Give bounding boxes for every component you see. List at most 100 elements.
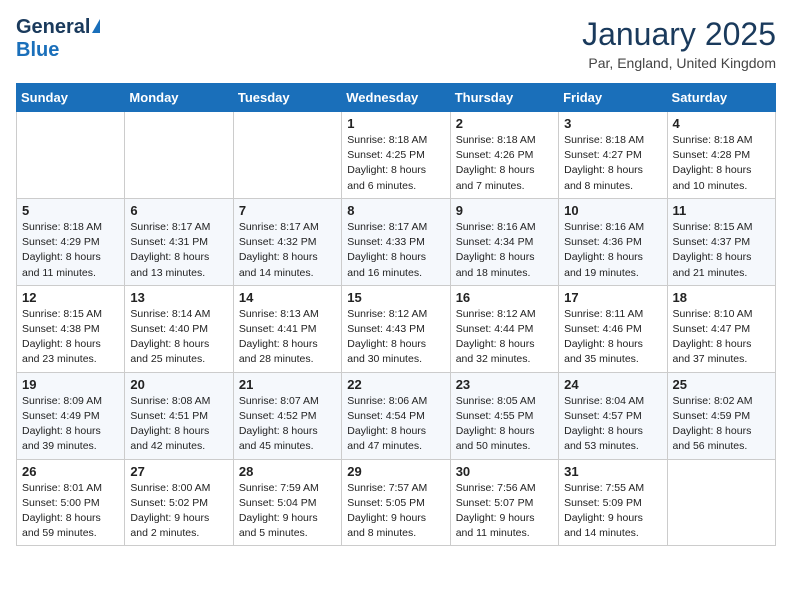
day-info: Sunrise: 8:18 AM Sunset: 4:25 PM Dayligh… <box>347 133 444 194</box>
calendar-week-row: 12 Sunrise: 8:15 AM Sunset: 4:38 PM Dayli… <box>17 285 776 372</box>
calendar-cell: 16Sunrise: 8:12 AM Sunset: 4:44 PM Dayli… <box>450 285 558 372</box>
calendar-cell: 1 Sunrise: 8:18 AM Sunset: 4:25 PM Daylig… <box>342 112 450 199</box>
day-info: Sunrise: 8:18 AM Sunset: 4:26 PM Dayligh… <box>456 133 553 194</box>
calendar-cell: 27Sunrise: 8:00 AM Sunset: 5:02 PM Dayli… <box>125 459 233 546</box>
day-number: 16 <box>456 290 553 305</box>
day-info: Sunrise: 8:05 AM Sunset: 4:55 PM Dayligh… <box>456 394 553 455</box>
logo-general-text: General <box>16 16 90 39</box>
calendar-cell: 17 Sunrise: 8:11 AM Sunset: 4:46 PM Dayli… <box>559 285 667 372</box>
day-number: 1 <box>347 116 444 131</box>
day-number: 26 <box>22 464 119 479</box>
day-number: 29 <box>347 464 444 479</box>
calendar-cell: 19 Sunrise: 8:09 AM Sunset: 4:49 PM Dayli… <box>17 372 125 459</box>
day-number: 24 <box>564 377 661 392</box>
day-info: Sunrise: 8:01 AM Sunset: 5:00 PM Dayligh… <box>22 481 119 542</box>
logo: General Blue <box>16 16 100 62</box>
calendar-cell: 29Sunrise: 7:57 AM Sunset: 5:05 PM Dayli… <box>342 459 450 546</box>
weekday-header-monday: Monday <box>125 84 233 112</box>
day-info: Sunrise: 8:10 AM Sunset: 4:47 PM Dayligh… <box>673 307 770 368</box>
calendar-cell: 30Sunrise: 7:56 AM Sunset: 5:07 PM Dayli… <box>450 459 558 546</box>
calendar-cell: 8 Sunrise: 8:17 AM Sunset: 4:33 PM Daylig… <box>342 198 450 285</box>
day-info: Sunrise: 8:13 AM Sunset: 4:41 PM Dayligh… <box>239 307 336 368</box>
day-info: Sunrise: 8:17 AM Sunset: 4:32 PM Dayligh… <box>239 220 336 281</box>
day-info: Sunrise: 8:02 AM Sunset: 4:59 PM Dayligh… <box>673 394 770 455</box>
calendar-cell: 28 Sunrise: 7:59 AM Sunset: 5:04 PM Dayli… <box>233 459 341 546</box>
calendar-cell: 23 Sunrise: 8:05 AM Sunset: 4:55 PM Dayli… <box>450 372 558 459</box>
day-info: Sunrise: 8:14 AM Sunset: 4:40 PM Dayligh… <box>130 307 227 368</box>
weekday-header-wednesday: Wednesday <box>342 84 450 112</box>
calendar-cell: 21Sunrise: 8:07 AM Sunset: 4:52 PM Dayli… <box>233 372 341 459</box>
day-number: 25 <box>673 377 770 392</box>
calendar-cell: 5Sunrise: 8:18 AM Sunset: 4:29 PM Daylig… <box>17 198 125 285</box>
calendar-cell: 31 Sunrise: 7:55 AM Sunset: 5:09 PM Dayli… <box>559 459 667 546</box>
day-number: 22 <box>347 377 444 392</box>
calendar-table: SundayMondayTuesdayWednesdayThursdayFrid… <box>16 83 776 546</box>
calendar-cell: 24 Sunrise: 8:04 AM Sunset: 4:57 PM Dayli… <box>559 372 667 459</box>
calendar-cell: 6 Sunrise: 8:17 AM Sunset: 4:31 PM Daylig… <box>125 198 233 285</box>
calendar-cell: 9 Sunrise: 8:16 AM Sunset: 4:34 PM Daylig… <box>450 198 558 285</box>
month-title: January 2025 <box>582 16 776 53</box>
calendar-cell: 26 Sunrise: 8:01 AM Sunset: 5:00 PM Dayli… <box>17 459 125 546</box>
day-number: 18 <box>673 290 770 305</box>
day-number: 31 <box>564 464 661 479</box>
day-number: 12 <box>22 290 119 305</box>
day-info: Sunrise: 8:07 AM Sunset: 4:52 PM Dayligh… <box>239 394 336 455</box>
day-info: Sunrise: 8:11 AM Sunset: 4:46 PM Dayligh… <box>564 307 661 368</box>
calendar-week-row: 26 Sunrise: 8:01 AM Sunset: 5:00 PM Dayli… <box>17 459 776 546</box>
page-header: General Blue January 2025 Par, England, … <box>16 16 776 71</box>
day-info: Sunrise: 8:16 AM Sunset: 4:34 PM Dayligh… <box>456 220 553 281</box>
calendar-cell: 2 Sunrise: 8:18 AM Sunset: 4:26 PM Daylig… <box>450 112 558 199</box>
logo-triangle-icon <box>92 19 100 33</box>
calendar-cell: 7 Sunrise: 8:17 AM Sunset: 4:32 PM Daylig… <box>233 198 341 285</box>
day-info: Sunrise: 8:06 AM Sunset: 4:54 PM Dayligh… <box>347 394 444 455</box>
day-number: 2 <box>456 116 553 131</box>
day-info: Sunrise: 8:00 AM Sunset: 5:02 PM Dayligh… <box>130 481 227 542</box>
day-number: 10 <box>564 203 661 218</box>
calendar-cell: 13Sunrise: 8:14 AM Sunset: 4:40 PM Dayli… <box>125 285 233 372</box>
day-number: 8 <box>347 203 444 218</box>
day-number: 6 <box>130 203 227 218</box>
day-number: 30 <box>456 464 553 479</box>
day-number: 4 <box>673 116 770 131</box>
calendar-cell: 11Sunrise: 8:15 AM Sunset: 4:37 PM Dayli… <box>667 198 775 285</box>
calendar-cell: 12 Sunrise: 8:15 AM Sunset: 4:38 PM Dayli… <box>17 285 125 372</box>
calendar-week-row: 1 Sunrise: 8:18 AM Sunset: 4:25 PM Daylig… <box>17 112 776 199</box>
weekday-header-friday: Friday <box>559 84 667 112</box>
day-info: Sunrise: 8:08 AM Sunset: 4:51 PM Dayligh… <box>130 394 227 455</box>
day-number: 20 <box>130 377 227 392</box>
calendar-cell: 20 Sunrise: 8:08 AM Sunset: 4:51 PM Dayli… <box>125 372 233 459</box>
day-info: Sunrise: 8:16 AM Sunset: 4:36 PM Dayligh… <box>564 220 661 281</box>
day-number: 9 <box>456 203 553 218</box>
day-info: Sunrise: 8:12 AM Sunset: 4:43 PM Dayligh… <box>347 307 444 368</box>
day-number: 28 <box>239 464 336 479</box>
calendar-cell <box>233 112 341 199</box>
day-number: 19 <box>22 377 119 392</box>
day-info: Sunrise: 7:55 AM Sunset: 5:09 PM Dayligh… <box>564 481 661 542</box>
day-number: 23 <box>456 377 553 392</box>
calendar-cell <box>17 112 125 199</box>
calendar-cell: 15Sunrise: 8:12 AM Sunset: 4:43 PM Dayli… <box>342 285 450 372</box>
day-info: Sunrise: 8:17 AM Sunset: 4:31 PM Dayligh… <box>130 220 227 281</box>
calendar-cell <box>125 112 233 199</box>
location-text: Par, England, United Kingdom <box>582 55 776 71</box>
day-info: Sunrise: 8:04 AM Sunset: 4:57 PM Dayligh… <box>564 394 661 455</box>
calendar-cell: 25 Sunrise: 8:02 AM Sunset: 4:59 PM Dayli… <box>667 372 775 459</box>
calendar-week-row: 19 Sunrise: 8:09 AM Sunset: 4:49 PM Dayli… <box>17 372 776 459</box>
weekday-header-tuesday: Tuesday <box>233 84 341 112</box>
calendar-cell: 10 Sunrise: 8:16 AM Sunset: 4:36 PM Dayli… <box>559 198 667 285</box>
day-info: Sunrise: 7:59 AM Sunset: 5:04 PM Dayligh… <box>239 481 336 542</box>
weekday-header-saturday: Saturday <box>667 84 775 112</box>
day-number: 7 <box>239 203 336 218</box>
calendar-cell <box>667 459 775 546</box>
weekday-header-thursday: Thursday <box>450 84 558 112</box>
calendar-week-row: 5Sunrise: 8:18 AM Sunset: 4:29 PM Daylig… <box>17 198 776 285</box>
calendar-cell: 18 Sunrise: 8:10 AM Sunset: 4:47 PM Dayli… <box>667 285 775 372</box>
day-info: Sunrise: 8:17 AM Sunset: 4:33 PM Dayligh… <box>347 220 444 281</box>
weekday-header-sunday: Sunday <box>17 84 125 112</box>
day-number: 17 <box>564 290 661 305</box>
day-info: Sunrise: 8:09 AM Sunset: 4:49 PM Dayligh… <box>22 394 119 455</box>
day-number: 14 <box>239 290 336 305</box>
day-number: 11 <box>673 203 770 218</box>
day-info: Sunrise: 8:15 AM Sunset: 4:38 PM Dayligh… <box>22 307 119 368</box>
day-info: Sunrise: 8:18 AM Sunset: 4:28 PM Dayligh… <box>673 133 770 194</box>
